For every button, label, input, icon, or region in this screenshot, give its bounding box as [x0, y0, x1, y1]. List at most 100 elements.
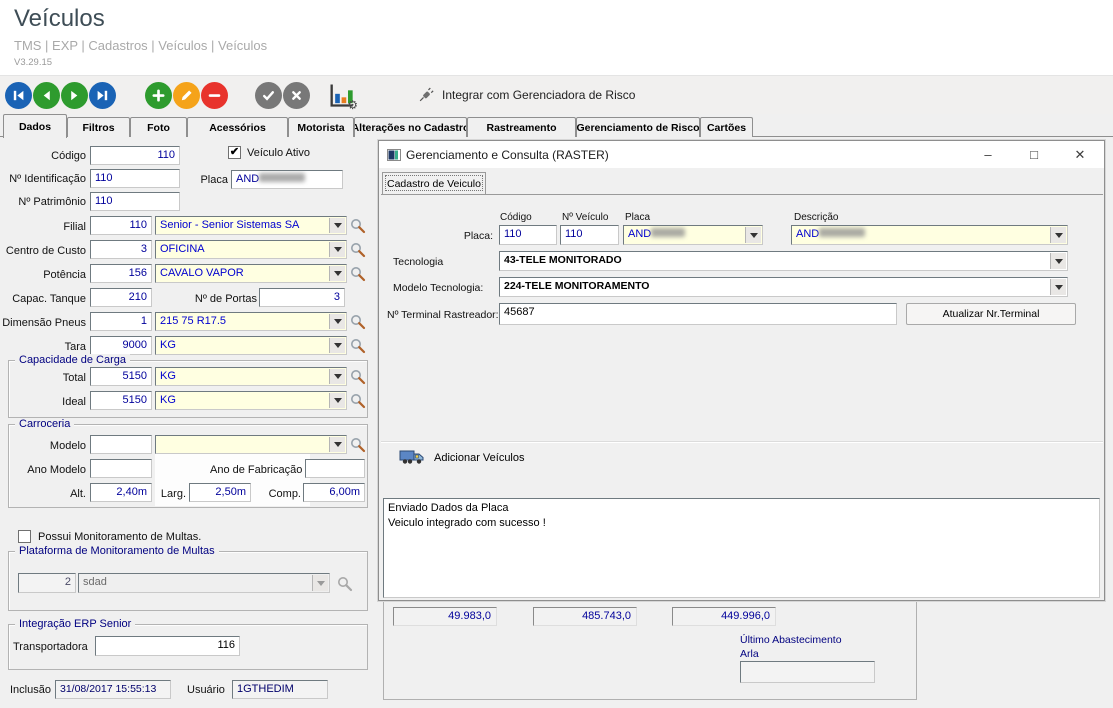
maximize-button[interactable]: □	[1014, 141, 1054, 168]
codigo-field[interactable]: 110	[90, 146, 180, 165]
add-record-button[interactable]	[145, 82, 172, 109]
inclusao-field: 31/08/2017 15:55:13	[55, 680, 171, 699]
pneus-dropdown-arrow[interactable]	[329, 314, 345, 329]
modelo-tecnologia-dropdown-arrow[interactable]	[1050, 279, 1066, 295]
potencia-search-icon[interactable]	[349, 265, 366, 282]
close-button[interactable]: ✕	[1060, 141, 1100, 168]
capac-tanque-field[interactable]: 210	[90, 288, 152, 307]
potencia-dropdown-arrow[interactable]	[329, 266, 345, 281]
minimize-button[interactable]: –	[968, 141, 1008, 168]
pneus-search-icon[interactable]	[349, 313, 366, 330]
modelo-combo[interactable]	[155, 435, 347, 454]
carga-ideal-dropdown-arrow[interactable]	[329, 393, 345, 408]
centro-custo-code-field[interactable]: 3	[90, 240, 152, 259]
chart-report-button[interactable]: ⚙	[327, 81, 355, 109]
dialog-codigo-field[interactable]: 110	[499, 225, 557, 245]
dialog-placa-dropdown-arrow[interactable]	[745, 227, 761, 243]
first-record-button[interactable]	[5, 82, 32, 109]
dialog-placa-label: Placa:	[413, 230, 493, 242]
identificacao-field[interactable]: 110	[90, 169, 180, 188]
edit-record-button[interactable]	[173, 82, 200, 109]
tara-dropdown-arrow[interactable]	[329, 338, 345, 353]
tara-combo[interactable]: KG	[155, 336, 347, 355]
larg-field[interactable]: 2,50m	[189, 483, 251, 502]
integration-log[interactable]: Enviado Dados da Placa Veiculo integrado…	[383, 498, 1100, 598]
placa-field[interactable]: AND	[231, 170, 343, 189]
tab-cartoes[interactable]: Cartões	[700, 117, 753, 137]
tecnologia-dropdown-arrow[interactable]	[1050, 253, 1066, 269]
potencia-label: Potência	[0, 269, 86, 281]
filial-combo[interactable]: Senior - Senior Sistemas SA	[155, 216, 347, 235]
alt-field[interactable]: 2,40m	[90, 483, 152, 502]
tara-search-icon[interactable]	[349, 337, 366, 354]
tara-code-field[interactable]: 9000	[90, 336, 152, 355]
transportadora-field[interactable]: 116	[95, 636, 240, 656]
carga-total-combo[interactable]: KG	[155, 367, 347, 386]
plataforma-search-icon[interactable]	[336, 575, 353, 592]
potencia-combo[interactable]: CAVALO VAPOR	[155, 264, 347, 283]
tab-filtros[interactable]: Filtros	[67, 117, 130, 137]
filial-dropdown-arrow[interactable]	[329, 218, 345, 233]
dialog-placa-combo[interactable]: AND	[623, 225, 763, 245]
centro-custo-dropdown-arrow[interactable]	[329, 242, 345, 257]
carga-total-search-icon[interactable]	[349, 368, 366, 385]
filial-code-field[interactable]: 110	[90, 216, 152, 235]
tecnologia-combo[interactable]: 43-TELE MONITORADO	[499, 251, 1068, 271]
multas-checkbox[interactable]	[18, 530, 31, 543]
next-record-button[interactable]	[61, 82, 88, 109]
centro-custo-search-icon[interactable]	[349, 241, 366, 258]
carga-ideal-combo[interactable]: KG	[155, 391, 347, 410]
potencia-code-field[interactable]: 156	[90, 264, 152, 283]
dialog-nveiculo-field[interactable]: 110	[560, 225, 619, 245]
modelo-code-field[interactable]	[90, 435, 152, 454]
integrate-risk-button[interactable]: Integrar com Gerenciadora de Risco	[418, 86, 635, 103]
dialog-tab-cadastro-veiculo[interactable]: Cadastro de Veiculo	[382, 172, 486, 194]
tab-acessorios[interactable]: Acessórios	[187, 117, 288, 137]
plataforma-code-field: 2	[18, 573, 76, 593]
veiculo-ativo-checkbox[interactable]: ✔	[228, 146, 241, 159]
dialog-titlebar[interactable]: Gerenciamento e Consulta (RASTER) – □ ✕	[379, 141, 1104, 168]
last-record-button[interactable]	[89, 82, 116, 109]
carga-ideal-code-field[interactable]: 5150	[90, 391, 152, 410]
comp-field[interactable]: 6,00m	[303, 483, 365, 502]
tab-motorista[interactable]: Motorista	[288, 117, 354, 137]
odometer-field-3: 449.996,0	[672, 607, 776, 626]
previous-record-button[interactable]	[33, 82, 60, 109]
dialog-descricao-dropdown-arrow[interactable]	[1050, 227, 1066, 243]
cancel-button[interactable]	[283, 82, 310, 109]
confirm-button[interactable]	[255, 82, 282, 109]
tab-alteracoes[interactable]: Alterações no Cadastro	[354, 117, 467, 137]
tab-gerenciamento-risco[interactable]: Gerenciamento de Risco	[576, 117, 700, 137]
patrimonio-field[interactable]: 110	[90, 192, 180, 211]
carga-total-code-field[interactable]: 5150	[90, 367, 152, 386]
centro-custo-combo[interactable]: OFICINA	[155, 240, 347, 259]
plataforma-dropdown-arrow	[312, 575, 328, 591]
descricao-column-header: Descrição	[794, 212, 838, 223]
carga-ideal-search-icon[interactable]	[349, 392, 366, 409]
dialog-descricao-combo[interactable]: AND	[791, 225, 1068, 245]
pneus-code-field[interactable]: 1	[90, 312, 152, 331]
modelo-tecnologia-combo[interactable]: 224-TELE MONITORAMENTO	[499, 277, 1068, 297]
pneus-combo[interactable]: 215 75 R17.5	[155, 312, 347, 331]
ano-modelo-field[interactable]	[90, 459, 152, 478]
tecnologia-label: Tecnologia	[393, 256, 493, 268]
filial-search-icon[interactable]	[349, 217, 366, 234]
breadcrumb: TMS | EXP | Cadastros | Veículos | Veícu…	[14, 38, 267, 53]
atualizar-terminal-button[interactable]: Atualizar Nr.Terminal	[906, 303, 1076, 325]
capacidade-carga-caption: Capacidade de Carga	[15, 354, 130, 366]
ano-fabricacao-field[interactable]	[305, 459, 365, 478]
tab-dados[interactable]: Dados	[3, 114, 67, 138]
modelo-dropdown-arrow[interactable]	[329, 437, 345, 452]
carroceria-caption: Carroceria	[15, 418, 74, 430]
terminal-field[interactable]: 45687	[499, 303, 897, 325]
portas-label: Nº de Portas	[180, 293, 257, 305]
modelo-search-icon[interactable]	[349, 436, 366, 453]
adicionar-veiculos-label: Adicionar Veículos	[434, 452, 525, 464]
tab-rastreamento[interactable]: Rastreamento	[467, 117, 576, 137]
carga-total-dropdown-arrow[interactable]	[329, 369, 345, 384]
portas-field[interactable]: 3	[259, 288, 345, 307]
adicionar-veiculos-button[interactable]: Adicionar Veículos	[391, 445, 533, 470]
tab-foto[interactable]: Foto	[130, 117, 187, 137]
identificacao-label: Nº Identificação	[0, 173, 86, 185]
delete-record-button[interactable]	[201, 82, 228, 109]
